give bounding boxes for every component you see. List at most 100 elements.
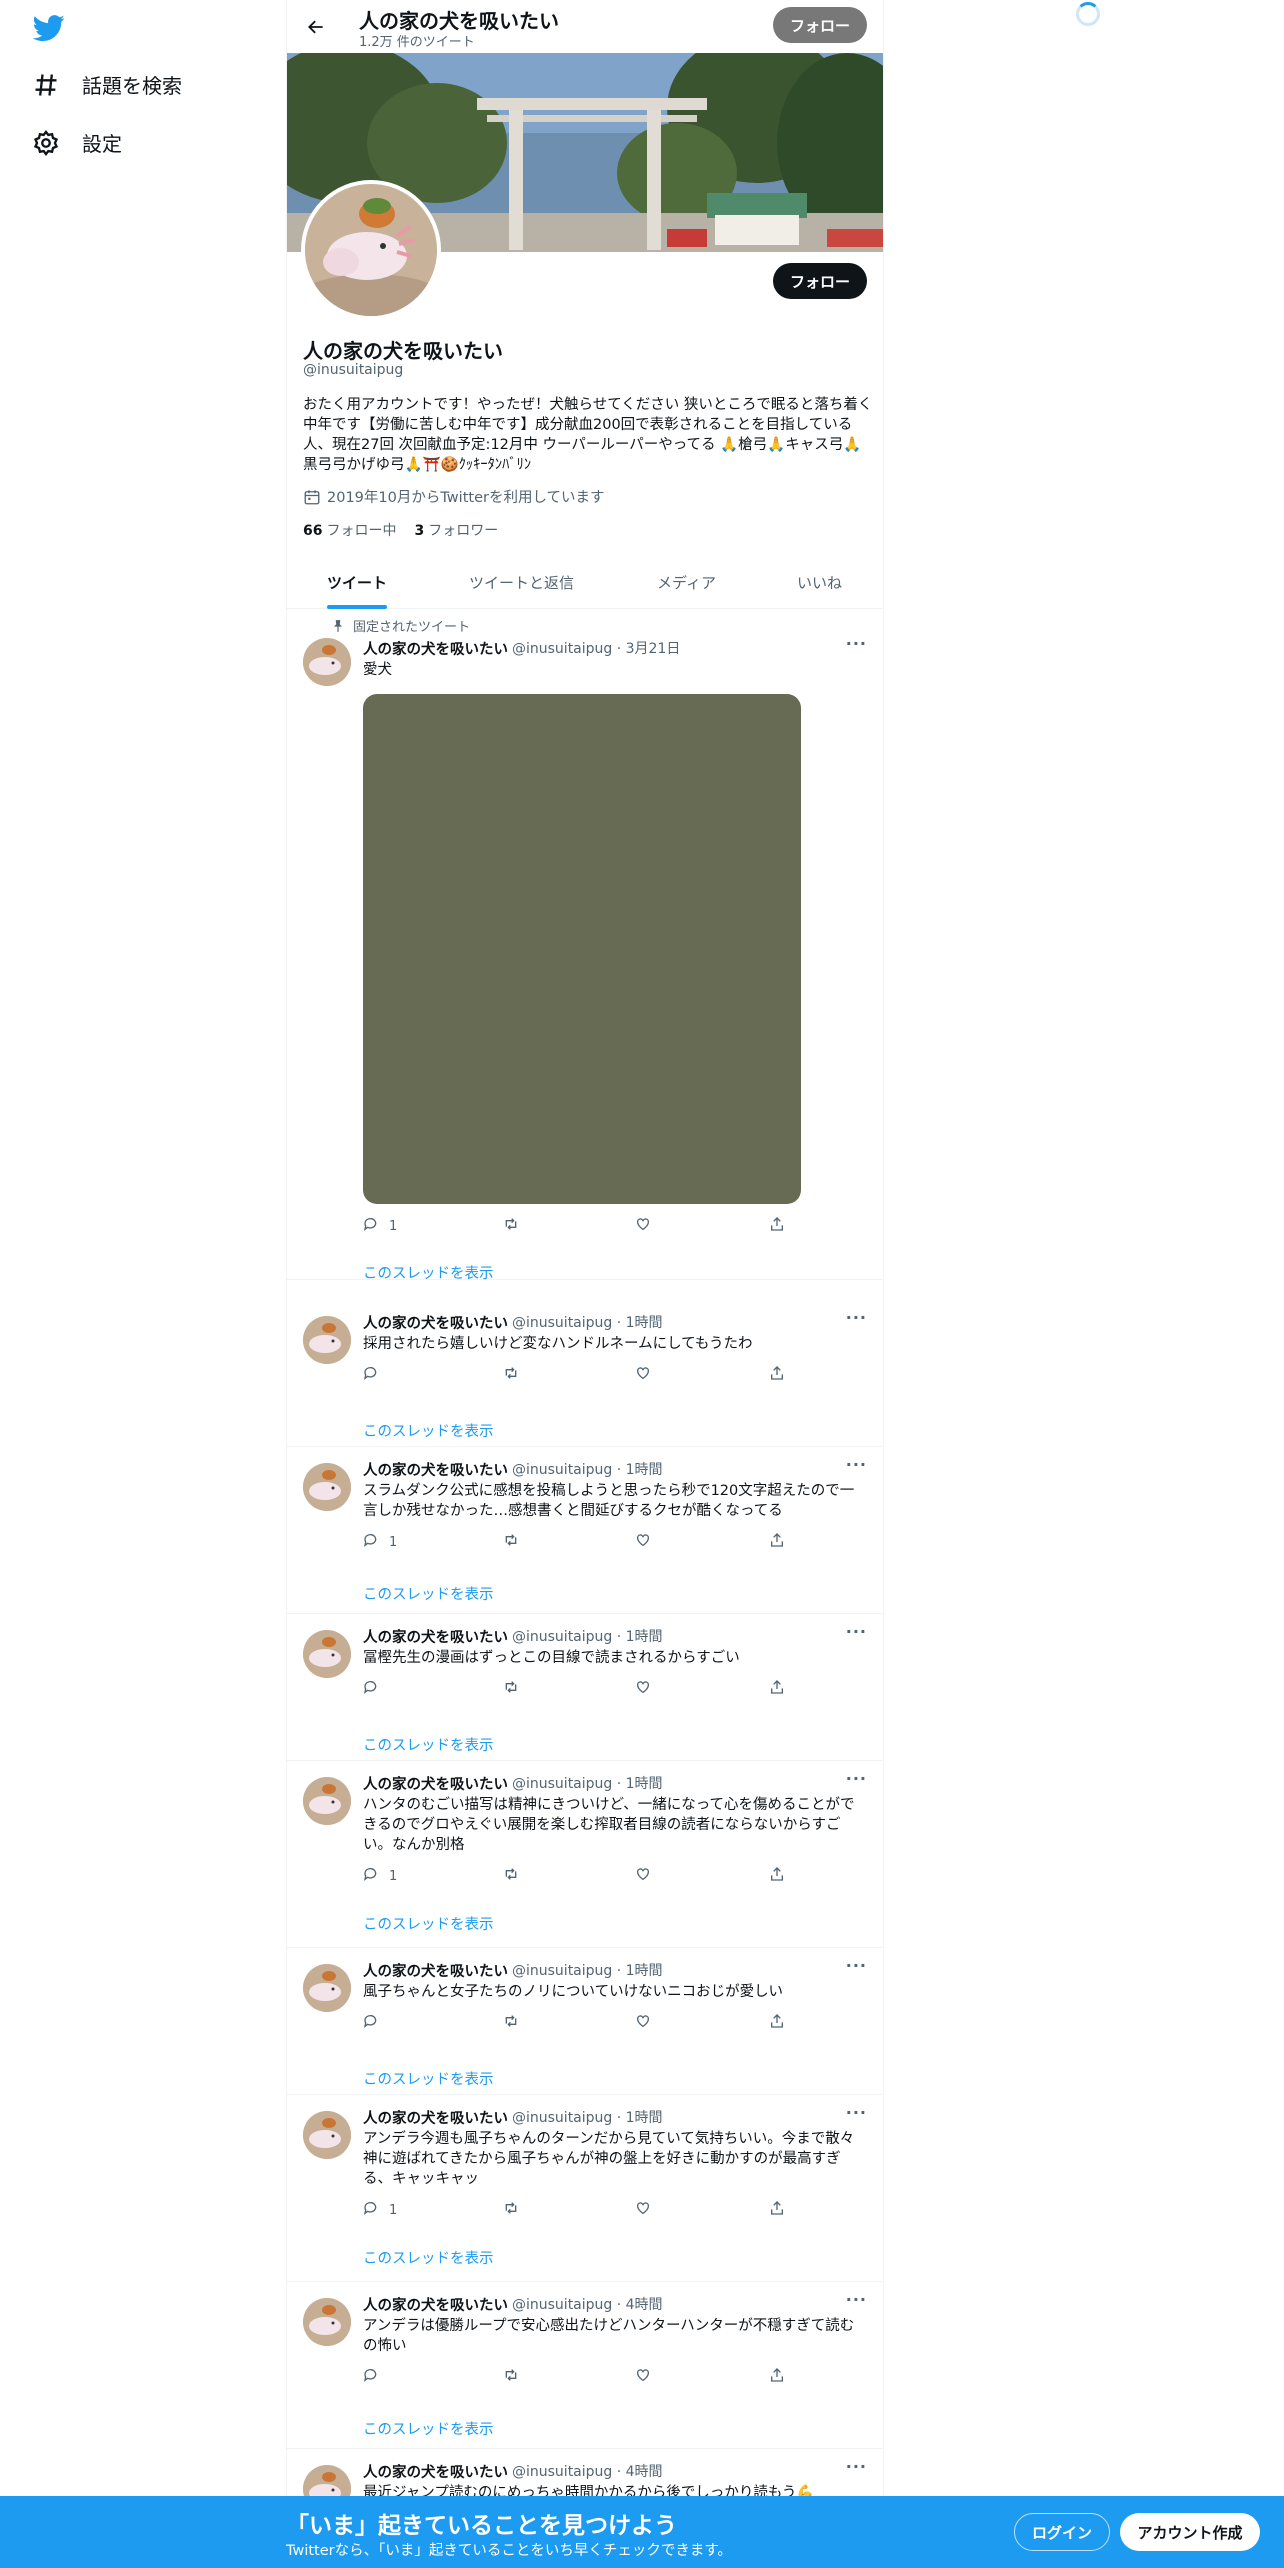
like-button[interactable] [635, 2200, 651, 2220]
signup-button[interactable]: アカウント作成 [1120, 2513, 1260, 2551]
twitter-logo-icon[interactable] [32, 12, 66, 44]
more-options-icon[interactable]: ··· [846, 2103, 867, 2122]
tweet-avatar[interactable] [303, 1964, 351, 2012]
retweet-button[interactable] [503, 1216, 519, 1236]
more-options-icon[interactable]: ··· [846, 2457, 867, 2476]
share-button[interactable] [769, 2013, 785, 2033]
followers-link[interactable]: 3 フォロワー [414, 520, 498, 540]
tweet[interactable]: 人の家の犬を吸いたい @inusuitaipug · 1時間 ··· 冨樫先生の漫… [287, 1614, 883, 1761]
share-button[interactable] [769, 1866, 785, 1886]
signup-banner-subtitle: Twitterなら、「いま」起きていることをいち早くチェックできます。 [286, 2543, 732, 2559]
tweet[interactable]: 人の家の犬を吸いたい @inusuitaipug · 3月21日 ··· 愛犬 1… [287, 610, 883, 1283]
tweet-avatar[interactable] [303, 1463, 351, 1511]
tweet-author-name[interactable]: 人の家の犬を吸いたい [363, 638, 508, 659]
tweet-avatar[interactable] [303, 1777, 351, 1825]
tweet-avatar[interactable] [303, 1630, 351, 1678]
retweet-button[interactable] [503, 1532, 519, 1552]
reply-button[interactable]: 1 [363, 1866, 397, 1886]
show-thread-link[interactable]: このスレッドを表示 [363, 1262, 494, 1283]
like-button[interactable] [635, 1216, 651, 1236]
profile-avatar[interactable] [301, 180, 441, 320]
tweet-handle-time[interactable]: @inusuitaipug · 3月21日 [512, 638, 680, 659]
tweet-author-name[interactable]: 人の家の犬を吸いたい [363, 1626, 508, 1647]
show-thread-link[interactable]: このスレッドを表示 [363, 1913, 494, 1934]
tweet-handle-time[interactable]: @inusuitaipug · 4時間 [512, 2294, 663, 2315]
more-options-icon[interactable]: ··· [846, 1956, 867, 1975]
reply-button[interactable] [363, 2367, 389, 2387]
tweet-handle-time[interactable]: @inusuitaipug · 1時間 [512, 1626, 663, 1647]
tab-media[interactable]: メディア [657, 556, 716, 609]
share-button[interactable] [769, 2200, 785, 2220]
like-button[interactable] [635, 1679, 651, 1699]
tweet[interactable]: 人の家の犬を吸いたい @inusuitaipug · 1時間 ··· 風子ちゃんと… [287, 1948, 883, 2095]
tweet-media[interactable] [363, 694, 801, 1204]
reply-button[interactable]: 1 [363, 2200, 397, 2220]
like-button[interactable] [635, 2013, 651, 2033]
show-thread-link[interactable]: このスレッドを表示 [363, 1734, 494, 1755]
tweet-author-name[interactable]: 人の家の犬を吸いたい [363, 2461, 508, 2482]
tweet-author-name[interactable]: 人の家の犬を吸いたい [363, 1312, 508, 1333]
header-follow-button[interactable]: フォロー [773, 7, 867, 43]
tweet[interactable]: 人の家の犬を吸いたい @inusuitaipug · 1時間 ··· アンデラ今週… [287, 2095, 883, 2282]
like-button[interactable] [635, 1866, 651, 1886]
follow-button[interactable]: フォロー [773, 263, 867, 299]
tweet-author-name[interactable]: 人の家の犬を吸いたい [363, 2107, 508, 2128]
reply-button[interactable]: 1 [363, 1216, 397, 1236]
retweet-button[interactable] [503, 2367, 519, 2387]
more-options-icon[interactable]: ··· [846, 1769, 867, 1788]
tweet[interactable]: 人の家の犬を吸いたい @inusuitaipug · 1時間 ··· 採用されたら… [287, 1300, 883, 1447]
tweet-handle-time[interactable]: @inusuitaipug · 1時間 [512, 1312, 663, 1333]
like-button[interactable] [635, 1365, 651, 1385]
show-thread-link[interactable]: このスレッドを表示 [363, 1583, 494, 1604]
retweet-button[interactable] [503, 1866, 519, 1886]
share-button[interactable] [769, 1216, 785, 1236]
retweet-button[interactable] [503, 1365, 519, 1385]
following-link[interactable]: 66 フォロー中 [303, 520, 396, 540]
more-options-icon[interactable]: ··· [846, 1622, 867, 1641]
share-button[interactable] [769, 1532, 785, 1552]
tab-tweets[interactable]: ツイート [327, 556, 387, 609]
show-thread-link[interactable]: このスレッドを表示 [363, 1420, 494, 1441]
more-options-icon[interactable]: ··· [846, 2290, 867, 2309]
tweet-handle-time[interactable]: @inusuitaipug · 1時間 [512, 1960, 663, 1981]
tweet-author-name[interactable]: 人の家の犬を吸いたい [363, 2294, 508, 2315]
nav-explore[interactable]: 話題を検索 [32, 70, 182, 99]
tweet-handle-time[interactable]: @inusuitaipug · 1時間 [512, 2107, 663, 2128]
more-options-icon[interactable]: ··· [846, 1455, 867, 1474]
retweet-button[interactable] [503, 2013, 519, 2033]
show-thread-link[interactable]: このスレッドを表示 [363, 2247, 494, 2268]
tweet[interactable]: 人の家の犬を吸いたい @inusuitaipug · 1時間 ··· ハンタのむご… [287, 1761, 883, 1948]
more-options-icon[interactable]: ··· [846, 634, 867, 653]
tab-likes[interactable]: いいね [797, 556, 842, 609]
tweet-author-name[interactable]: 人の家の犬を吸いたい [363, 1459, 508, 1480]
reply-button[interactable] [363, 2013, 389, 2033]
share-button[interactable] [769, 2367, 785, 2387]
show-thread-link[interactable]: このスレッドを表示 [363, 2418, 494, 2439]
tweet-handle-time[interactable]: @inusuitaipug · 4時間 [512, 2461, 663, 2482]
retweet-button[interactable] [503, 2200, 519, 2220]
tweet[interactable]: 人の家の犬を吸いたい @inusuitaipug · 1時間 ··· スラムダンク… [287, 1447, 883, 1614]
like-button[interactable] [635, 1532, 651, 1552]
tweet-avatar[interactable] [303, 2298, 351, 2346]
tweet-handle-time[interactable]: @inusuitaipug · 1時間 [512, 1773, 663, 1794]
tweet-avatar[interactable] [303, 638, 351, 686]
login-button[interactable]: ログイン [1014, 2513, 1110, 2551]
tweet-avatar[interactable] [303, 2111, 351, 2159]
back-button[interactable] [299, 10, 333, 44]
retweet-button[interactable] [503, 1679, 519, 1699]
share-button[interactable] [769, 1365, 785, 1385]
like-button[interactable] [635, 2367, 651, 2387]
tweet-author-name[interactable]: 人の家の犬を吸いたい [363, 1960, 508, 1981]
share-button[interactable] [769, 1679, 785, 1699]
reply-button[interactable] [363, 1679, 389, 1699]
reply-button[interactable]: 1 [363, 1532, 397, 1552]
show-thread-link[interactable]: このスレッドを表示 [363, 2068, 494, 2089]
more-options-icon[interactable]: ··· [846, 1308, 867, 1327]
tab-tweets-and-replies[interactable]: ツイートと返信 [469, 556, 574, 609]
nav-settings[interactable]: 設定 [32, 128, 122, 157]
tweet-handle-time[interactable]: @inusuitaipug · 1時間 [512, 1459, 663, 1480]
tweet-avatar[interactable] [303, 1316, 351, 1364]
tweet[interactable]: 人の家の犬を吸いたい @inusuitaipug · 4時間 ··· アンデラは優… [287, 2282, 883, 2449]
tweet-author-name[interactable]: 人の家の犬を吸いたい [363, 1773, 508, 1794]
reply-button[interactable] [363, 1365, 389, 1385]
